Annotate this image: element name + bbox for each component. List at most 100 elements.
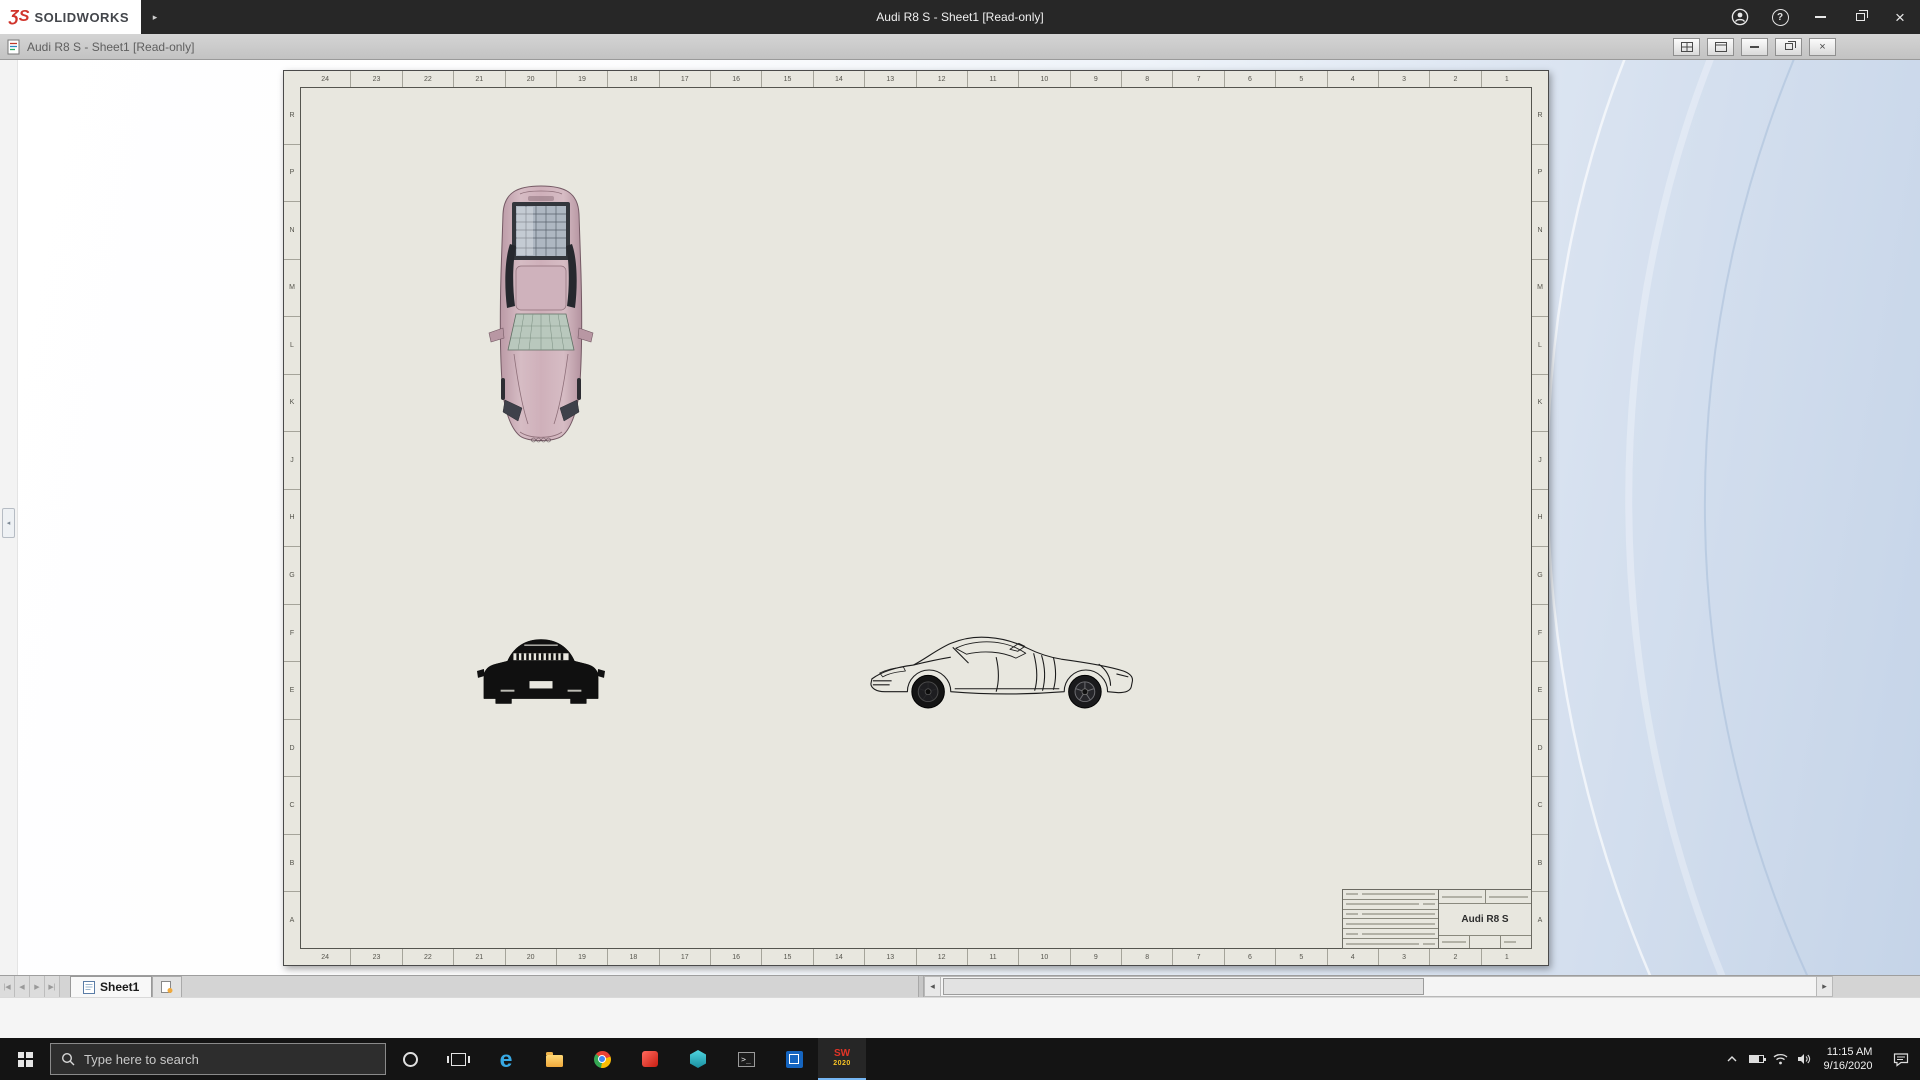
edge-icon: e: [500, 1048, 513, 1071]
sheet-zone-label: 20: [506, 949, 557, 965]
sheet-zone-label: C: [284, 777, 300, 835]
titleblock-part-name: Audi R8 S: [1439, 904, 1531, 936]
sheet-zone-label: B: [284, 835, 300, 893]
cortana-button[interactable]: [386, 1038, 434, 1080]
volume-button[interactable]: [1792, 1038, 1816, 1080]
sheet-zone-label: 8: [1122, 71, 1173, 87]
sheet-zone-label: F: [284, 605, 300, 663]
previous-sheet-button[interactable]: ◀: [15, 976, 30, 997]
restore-button[interactable]: [1840, 0, 1880, 34]
sheet-zone-label: R: [1532, 87, 1548, 145]
sheet-zone-label: N: [284, 202, 300, 260]
action-center-button[interactable]: [1882, 1038, 1920, 1080]
sheet-zone-label: 19: [557, 71, 608, 87]
restore-icon: [1856, 13, 1865, 21]
titleblock-row: [1343, 929, 1438, 939]
taskbar-red-app-button[interactable]: [626, 1038, 674, 1080]
sheet-zone-label: 12: [917, 949, 968, 965]
close-button[interactable]: ×: [1880, 0, 1920, 34]
sheet-zone-label: N: [1532, 202, 1548, 260]
sheet-zone-label: 9: [1071, 949, 1122, 965]
taskbar-blue-app-button[interactable]: [770, 1038, 818, 1080]
sheet-zone-label: 22: [403, 71, 454, 87]
doc-minimize-button[interactable]: [1741, 38, 1768, 56]
network-status-button[interactable]: [1768, 1038, 1792, 1080]
drawing-sheet[interactable]: 242322212019181716151413121110987654321 …: [283, 70, 1549, 966]
battery-status-button[interactable]: [1744, 1038, 1768, 1080]
add-sheet-icon: [161, 981, 173, 994]
drawing-view-side[interactable]: [864, 624, 1150, 716]
start-button[interactable]: [0, 1038, 50, 1080]
sheet-zone-label: 1: [1482, 71, 1532, 87]
sheet-zone-label: M: [1532, 260, 1548, 318]
scroll-left-button[interactable]: ◂: [924, 976, 941, 997]
show-hidden-icons-button[interactable]: [1720, 1038, 1744, 1080]
titleblock-cell: [1486, 890, 1532, 903]
sheet-zone-label: L: [284, 317, 300, 375]
sheet-zone-label: 2: [1430, 949, 1481, 965]
sheet-zone-label: 14: [814, 949, 865, 965]
taskbar-file-explorer-button[interactable]: [530, 1038, 578, 1080]
minimize-button[interactable]: [1800, 0, 1840, 34]
help-button[interactable]: ?: [1760, 0, 1800, 34]
sheet-zone-label: D: [284, 720, 300, 778]
sheet-zone-label: 13: [865, 71, 916, 87]
sheet-zone-label: 2: [1430, 71, 1481, 87]
graphics-area[interactable]: ◂ 24232221201918171615141312111098765432…: [0, 60, 1920, 975]
file-explorer-icon: [546, 1055, 563, 1067]
solidworks-wordmark: SOLIDWORKS: [34, 10, 129, 25]
titleblock-revision-table: [1343, 890, 1439, 948]
taskbar-clock[interactable]: 11:15 AM 9/16/2020: [1816, 1038, 1882, 1080]
account-button[interactable]: [1720, 0, 1760, 34]
scrollbar-track[interactable]: [941, 976, 1816, 997]
viewport-layout-button[interactable]: [1673, 38, 1700, 56]
sheet-zone-label: 18: [608, 71, 659, 87]
taskbar-hexagon-app-button[interactable]: [674, 1038, 722, 1080]
task-view-button[interactable]: [434, 1038, 482, 1080]
solidworks-icon-text: SW: [834, 1049, 850, 1059]
sheet-zone-label: 12: [917, 71, 968, 87]
add-sheet-tab[interactable]: [152, 976, 182, 997]
sheet-zone-label: 4: [1328, 949, 1379, 965]
sheet-zone-label: 3: [1379, 949, 1430, 965]
solidworks-menu-logo[interactable]: ƷS SOLIDWORKS: [0, 0, 141, 34]
taskbar-edge-button[interactable]: e: [482, 1038, 530, 1080]
sheet-zone-label: F: [1532, 605, 1548, 663]
titleblock-text-placeholder: [1423, 903, 1435, 905]
sheet-zone-label: P: [284, 145, 300, 203]
first-sheet-button[interactable]: |◀: [0, 976, 15, 997]
sheet-zone-label: 21: [454, 949, 505, 965]
sheet-zone-label: J: [284, 432, 300, 490]
taskbar-terminal-button[interactable]: >_: [722, 1038, 770, 1080]
blue-app-icon: [786, 1051, 803, 1068]
menu-flyout-arrow-icon[interactable]: ▸: [148, 12, 162, 23]
taskbar-chrome-button[interactable]: [578, 1038, 626, 1080]
titleblock-text-placeholder: [1346, 943, 1419, 945]
featuremanager-collapse-tab[interactable]: ◂: [2, 508, 15, 538]
sheet-zone-top: 242322212019181716151413121110987654321: [300, 71, 1532, 87]
doc-close-button[interactable]: ×: [1809, 38, 1836, 56]
windows-logo-icon: [18, 1052, 33, 1067]
help-icon: ?: [1772, 9, 1789, 26]
tab-bar-filler: [182, 976, 918, 997]
titleblock-text-placeholder: [1489, 896, 1529, 898]
tab-sheet1[interactable]: Sheet1: [70, 976, 152, 997]
doc-minimize-icon: [1750, 46, 1759, 48]
doc-restore-button[interactable]: [1775, 38, 1802, 56]
titleblock-text-placeholder: [1346, 913, 1358, 915]
sheet-zone-label: 11: [968, 949, 1019, 965]
last-sheet-button[interactable]: ▶|: [45, 976, 60, 997]
taskbar-solidworks-button[interactable]: SW 2020: [818, 1038, 866, 1080]
sheet-zone-label: 17: [660, 71, 711, 87]
drawing-view-top[interactable]: [476, 179, 606, 457]
horizontal-scrollbar[interactable]: ◂ ▸: [924, 976, 1833, 997]
taskbar-search-box[interactable]: Type here to search: [50, 1043, 386, 1075]
scrollbar-thumb[interactable]: [943, 978, 1424, 995]
sheet-title-block: Audi R8 S: [1342, 889, 1532, 949]
drawing-view-front[interactable]: [477, 626, 605, 716]
sheet-zone-label: 10: [1019, 71, 1070, 87]
next-sheet-button[interactable]: ▶: [30, 976, 45, 997]
scroll-right-button[interactable]: ▸: [1816, 976, 1833, 997]
single-view-button[interactable]: [1707, 38, 1734, 56]
sheet-zone-label: 16: [711, 949, 762, 965]
